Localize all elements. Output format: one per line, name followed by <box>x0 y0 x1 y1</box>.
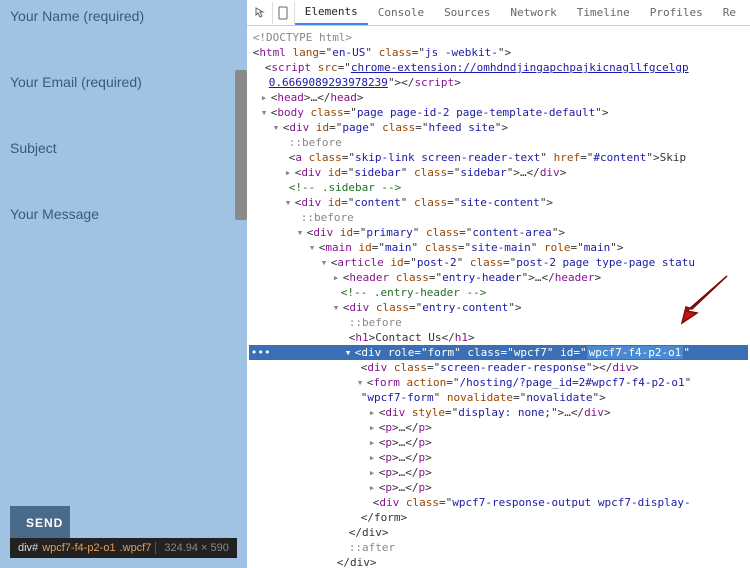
tooltip-tag: div# <box>18 542 38 554</box>
dom-line[interactable]: ▾<div id="primary" class="content-area"> <box>249 225 748 240</box>
dom-line[interactable]: </form> <box>249 510 748 525</box>
dom-line[interactable]: ▸<p>…</p> <box>249 480 748 495</box>
dom-line[interactable]: <!-- .entry-header --> <box>249 285 748 300</box>
dom-line[interactable]: ▸<p>…</p> <box>249 465 748 480</box>
scrollbar[interactable] <box>235 70 247 220</box>
devtools-pane: Elements Console Sources Network Timelin… <box>247 0 750 568</box>
dom-line[interactable]: <h1>Contact Us</h1> <box>249 330 748 345</box>
dom-tree[interactable]: <!DOCTYPE html> <html lang="en-US" class… <box>247 26 750 568</box>
tab-sources[interactable]: Sources <box>434 1 500 24</box>
form-preview-pane: Your Name (required) Your Email (require… <box>0 0 247 568</box>
dom-line[interactable]: <div class="screen-reader-response"></di… <box>249 360 748 375</box>
inspect-icon[interactable] <box>251 2 273 24</box>
tooltip-class: .wpcf7 <box>120 542 152 554</box>
message-label: Your Message <box>10 206 237 506</box>
dom-line[interactable]: <!-- .sidebar --> <box>249 180 748 195</box>
dom-line[interactable]: ▸<p>…</p> <box>249 450 748 465</box>
tooltip-dimensions: 324.94 × 590 <box>155 542 229 554</box>
dom-line[interactable]: <div class="wpcf7-response-output wpcf7-… <box>249 495 748 510</box>
dom-line[interactable]: </div> <box>249 525 748 540</box>
dom-line[interactable]: ▾<div id="page" class="hfeed site"> <box>249 120 748 135</box>
dom-line[interactable]: ▾<form action="/hosting/?page_id=2#wpcf7… <box>249 375 748 390</box>
dom-line[interactable]: "wpcf7-form" novalidate="novalidate"> <box>249 390 748 405</box>
dom-line[interactable]: ::before <box>249 315 748 330</box>
tooltip-id: wpcf7-f4-p2-o1 <box>42 542 115 554</box>
subject-label: Subject <box>10 140 237 156</box>
tab-elements[interactable]: Elements <box>295 0 368 25</box>
dom-line[interactable]: ▸<header class="entry-header">…</header> <box>249 270 748 285</box>
dom-line[interactable]: ▸<p>…</p> <box>249 420 748 435</box>
email-label: Your Email (required) <box>10 74 237 90</box>
dom-line[interactable]: <!DOCTYPE html> <box>249 30 748 45</box>
dom-line[interactable]: 0.6669089293978239"></script> <box>249 75 748 90</box>
element-tooltip: div# wpcf7-f4-p2-o1 .wpcf7 324.94 × 590 <box>10 538 237 558</box>
dom-line[interactable]: ▾<body class="page page-id-2 page-templa… <box>249 105 748 120</box>
dom-line[interactable]: ▸<p>…</p> <box>249 435 748 450</box>
dom-line[interactable]: ▾<div id="content" class="site-content"> <box>249 195 748 210</box>
tab-timeline[interactable]: Timeline <box>567 1 640 24</box>
dom-line[interactable]: </div> <box>249 555 748 568</box>
devtools-tabs: Elements Console Sources Network Timelin… <box>247 0 750 26</box>
name-label: Your Name (required) <box>10 8 237 24</box>
dom-line[interactable]: ::after <box>249 540 748 555</box>
dom-line[interactable]: ▸<div style="display: none;">…</div> <box>249 405 748 420</box>
dom-highlighted-line[interactable]: •••▾<div role="form" class="wpcf7" id="w… <box>249 345 748 360</box>
dom-line[interactable]: ▸<div id="sidebar" class="sidebar">…</di… <box>249 165 748 180</box>
dom-line[interactable]: ::before <box>249 135 748 150</box>
dom-line[interactable]: ▾<main id="main" class="site-main" role=… <box>249 240 748 255</box>
tab-profiles[interactable]: Profiles <box>640 1 713 24</box>
tab-resources[interactable]: Re <box>713 1 746 24</box>
dom-line[interactable]: <script src="chrome-extension://omhdndji… <box>249 60 748 75</box>
dom-line[interactable]: <html lang="en-US" class="js -webkit-"> <box>249 45 748 60</box>
dom-line[interactable]: ▸<head>…</head> <box>249 90 748 105</box>
dom-line[interactable]: ::before <box>249 210 748 225</box>
tab-console[interactable]: Console <box>368 1 434 24</box>
device-icon[interactable] <box>273 2 295 24</box>
dom-line[interactable]: ▾<article id="post-2" class="post-2 page… <box>249 255 748 270</box>
dom-line[interactable]: ▾<div class="entry-content"> <box>249 300 748 315</box>
tab-network[interactable]: Network <box>500 1 566 24</box>
send-button[interactable]: SEND <box>10 506 70 540</box>
dom-line[interactable]: <a class="skip-link screen-reader-text" … <box>249 150 748 165</box>
